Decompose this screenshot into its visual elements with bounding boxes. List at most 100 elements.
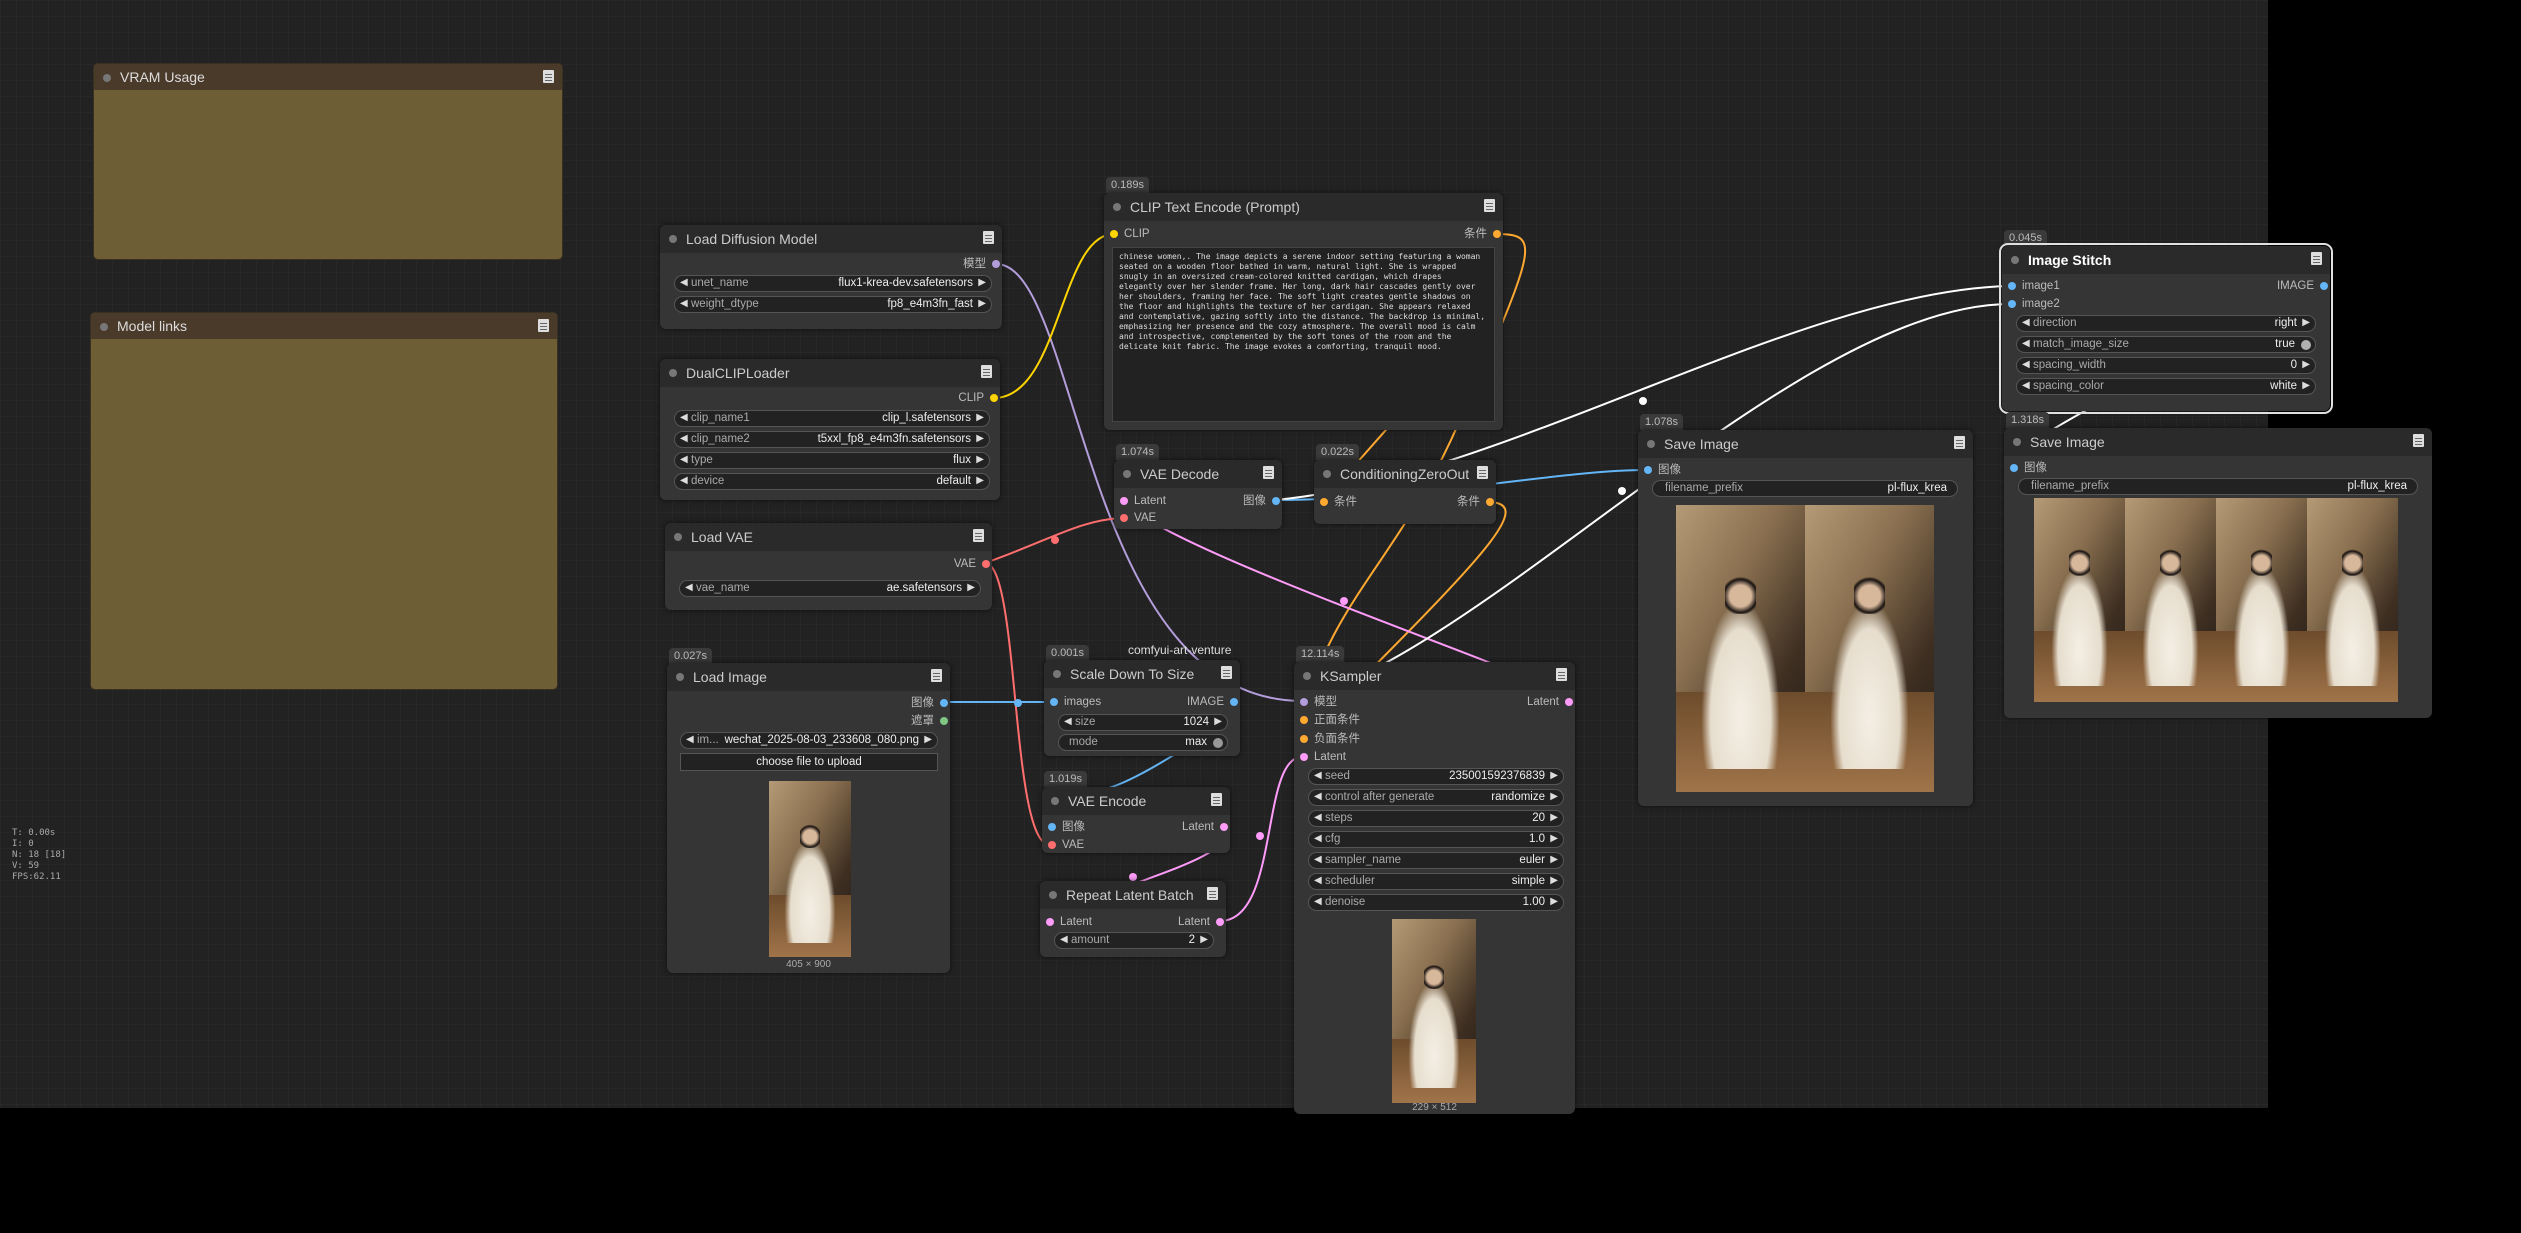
filename-prefix-widget[interactable]: filename_prefix pl-flux_krea [1652,480,1958,497]
output-clip[interactable]: CLIP [958,391,998,405]
direction-widget[interactable]: ◀ direction right ▶ [2016,315,2316,332]
arrow-right-icon[interactable]: ▶ [1550,854,1558,865]
vae-encode-node[interactable]: VAE Encode 图像 VAE Latent [1042,787,1230,853]
slot-pin-icon[interactable] [1300,716,1308,724]
amount-widget[interactable]: ◀ amount 2 ▶ [1054,932,1214,949]
vram-usage-group[interactable]: VRAM Usage [94,64,562,259]
collapse-dot-icon[interactable] [2013,438,2021,446]
document-icon[interactable] [931,669,942,682]
arrow-right-icon[interactable]: ▶ [1550,896,1558,907]
input-latent[interactable]: Latent [1046,915,1092,929]
input-vae[interactable]: VAE [1120,511,1156,525]
upload-button[interactable]: choose file to upload [680,753,938,771]
collapse-dot-icon[interactable] [1049,891,1057,899]
input-latent[interactable]: Latent [1120,494,1166,508]
spacing-width-widget[interactable]: ◀ spacing_width 0 ▶ [2016,357,2316,374]
collapse-dot-icon[interactable] [1113,203,1121,211]
slot-pin-icon[interactable] [1120,497,1128,505]
slot-pin-icon[interactable] [940,699,948,707]
slot-pin-icon[interactable] [1493,230,1501,238]
input-images[interactable]: images [1050,695,1101,709]
collapse-dot-icon[interactable] [1123,470,1131,478]
weight-dtype-widget[interactable]: ◀ weight_dtype fp8_e4m3fn_fast ▶ [674,296,992,313]
collapse-dot-icon[interactable] [1303,672,1311,680]
vae-decode-node[interactable]: VAE Decode Latent VAE 图像 [1114,460,1282,529]
image-stitch-node[interactable]: Image Stitch image1 image2 IMAGE ◀ direct… [1999,243,2333,414]
slot-pin-icon[interactable] [1050,698,1058,706]
collapse-dot-icon[interactable] [1051,797,1059,805]
scheduler-widget[interactable]: ◀ scheduler simple ▶ [1308,873,1564,890]
output-mask[interactable]: 遮罩 [911,714,948,728]
slot-pin-icon[interactable] [2008,300,2016,308]
size-widget[interactable]: ◀ size 1024 ▶ [1058,714,1228,731]
load-image-node[interactable]: Load Image 图像 遮罩 ◀ im... wechat_2025-08-03… [667,663,950,973]
collapse-dot-icon[interactable] [676,673,684,681]
arrow-right-icon[interactable]: ▶ [1550,875,1558,886]
collapse-dot-icon[interactable] [674,533,682,541]
image-file-widget[interactable]: ◀ im... wechat_2025-08-03_233608_080.png ▶ [680,732,938,749]
clip-name2-widget[interactable]: ◀ clip_name2 t5xxl_fp8_e4m3fn.safetensors ▶ [674,431,990,448]
arrow-right-icon[interactable]: ▶ [924,734,932,745]
slot-pin-icon[interactable] [1565,698,1573,706]
output-conditioning[interactable]: 条件 [1457,495,1494,509]
slot-pin-icon[interactable] [1220,823,1228,831]
arrow-left-icon[interactable]: ◀ [680,433,688,444]
slot-pin-icon[interactable] [1046,918,1054,926]
document-icon[interactable] [2311,252,2322,265]
collapse-dot-icon[interactable] [1647,440,1655,448]
prompt-textarea[interactable]: chinese women,. The image depicts a sere… [1112,247,1495,422]
arrow-right-icon[interactable]: ▶ [967,582,975,593]
slot-pin-icon[interactable] [2008,282,2016,290]
input-negative[interactable]: 负面条件 [1300,732,1360,746]
output-latent[interactable]: Latent [1182,820,1228,834]
arrow-left-icon[interactable]: ◀ [1314,875,1322,886]
input-image[interactable]: 图像 [2010,461,2047,475]
arrow-left-icon[interactable]: ◀ [2022,338,2030,349]
arrow-right-icon[interactable]: ▶ [1550,833,1558,844]
save-image-stitched-node[interactable]: Save Image 图像 filename_prefix pl-flux_kre… [2004,428,2432,718]
output-latent[interactable]: Latent [1178,915,1224,929]
spacing-color-widget[interactable]: ◀ spacing_color white ▶ [2016,378,2316,395]
document-icon[interactable] [1263,466,1274,479]
toggle-knob-icon[interactable] [2301,340,2311,350]
model-links-group[interactable]: Model links [91,313,557,689]
control-after-generate-widget[interactable]: ◀ control after generate randomize ▶ [1308,789,1564,806]
ksampler-node[interactable]: KSampler 模型 正面条件 负面条件 Latent Latent ◀ see… [1294,662,1575,1114]
slot-pin-icon[interactable] [940,717,948,725]
collapse-dot-icon[interactable] [669,369,677,377]
denoise-widget[interactable]: ◀ denoise 1.00 ▶ [1308,894,1564,911]
arrow-left-icon[interactable]: ◀ [1314,770,1322,781]
document-icon[interactable] [981,365,992,378]
collapse-dot-icon[interactable] [669,235,677,243]
output-image[interactable]: 图像 [1243,494,1280,508]
slot-pin-icon[interactable] [1230,698,1238,706]
type-widget[interactable]: ◀ type flux ▶ [674,452,990,469]
conditioning-zero-out-node[interactable]: ConditioningZeroOut 条件 条件 [1314,460,1496,524]
slot-pin-icon[interactable] [1300,735,1308,743]
document-icon[interactable] [973,529,984,542]
input-image1[interactable]: image1 [2008,279,2060,293]
document-icon[interactable] [543,70,554,83]
clip-text-encode-node[interactable]: CLIP Text Encode (Prompt) CLIP 条件 chines… [1104,193,1503,430]
scale-down-to-size-node[interactable]: Scale Down To Size images IMAGE ◀ size 102… [1044,660,1240,756]
arrow-left-icon[interactable]: ◀ [2022,380,2030,391]
slot-pin-icon[interactable] [990,394,998,402]
output-conditioning[interactable]: 条件 [1464,227,1501,241]
input-positive[interactable]: 正面条件 [1300,713,1360,727]
output-latent[interactable]: Latent [1527,695,1573,709]
arrow-right-icon[interactable]: ▶ [976,433,984,444]
document-icon[interactable] [1954,436,1965,449]
slot-pin-icon[interactable] [1048,823,1056,831]
slot-pin-icon[interactable] [2010,464,2018,472]
arrow-right-icon[interactable]: ▶ [1550,770,1558,781]
steps-widget[interactable]: ◀ steps 20 ▶ [1308,810,1564,827]
document-icon[interactable] [1221,666,1232,679]
clip-name1-widget[interactable]: ◀ clip_name1 clip_l.safetensors ▶ [674,410,990,427]
seed-widget[interactable]: ◀ seed 235001592376839 ▶ [1308,768,1564,785]
collapse-dot-icon[interactable] [103,74,111,82]
input-image[interactable]: 图像 [1048,820,1085,834]
arrow-left-icon[interactable]: ◀ [2022,317,2030,328]
collapse-dot-icon[interactable] [2011,256,2019,264]
document-icon[interactable] [1556,668,1567,681]
save-image-node[interactable]: Save Image 图像 filename_prefix pl-flux_kre… [1638,430,1973,806]
